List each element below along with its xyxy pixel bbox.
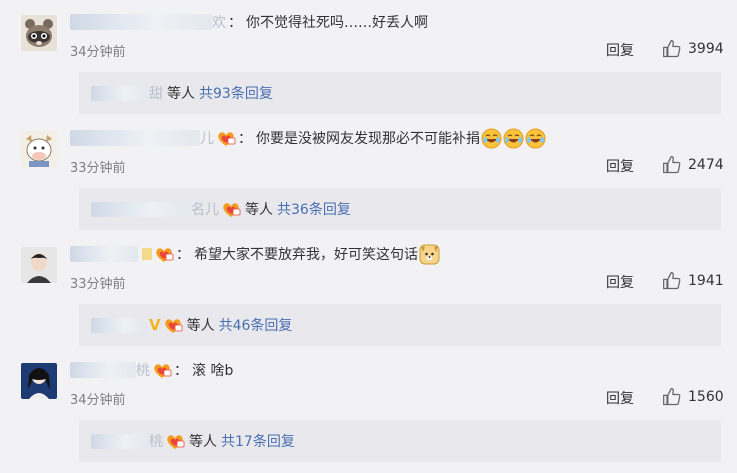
reply-button[interactable]: 回复 xyxy=(606,156,634,176)
avatar[interactable] xyxy=(21,247,57,283)
fan-badge-icon[interactable] xyxy=(163,316,183,334)
comment-text: 滚 啥b xyxy=(192,363,234,379)
thumbs-up-icon xyxy=(663,388,681,406)
username-blurred[interactable] xyxy=(70,362,136,378)
like-button[interactable]: 2474 xyxy=(662,154,724,176)
reply-wait-text: 等人 xyxy=(245,202,273,218)
comment-content: 欢 ： 你不觉得社死吗……好丢人啊 xyxy=(70,11,428,33)
reply-summary-box[interactable]: 甜 等人 共93条回复 xyxy=(79,72,721,114)
comment-text: 你要是没被网友发现那必不可能补捐 xyxy=(256,131,480,147)
comment-item: 欢 ： 你不觉得社死吗……好丢人啊 34分钟前 回复 3994 甜 等人 共93… xyxy=(0,0,737,116)
raccoon-avatar-icon xyxy=(21,15,57,51)
username-blurred[interactable] xyxy=(70,130,200,146)
reply-button[interactable]: 回复 xyxy=(606,40,634,60)
username-blurred[interactable] xyxy=(70,14,212,30)
vip-mark xyxy=(142,248,152,260)
like-count: 1560 xyxy=(688,389,724,405)
fan-badge-icon[interactable] xyxy=(216,129,236,147)
laughing-face-emoji xyxy=(525,128,546,149)
reply-wait-text: 等人 xyxy=(186,318,215,334)
username-tail[interactable]: 儿 xyxy=(200,128,214,148)
reply-username-blurred[interactable] xyxy=(91,433,149,449)
avatar[interactable] xyxy=(21,363,57,399)
reply-count-link[interactable]: 共36条回复 xyxy=(277,199,351,219)
reply-username-tail[interactable]: 名儿 xyxy=(191,199,219,219)
fan-badge-icon[interactable] xyxy=(165,432,185,450)
reply-button[interactable]: 回复 xyxy=(606,272,634,292)
reply-summary-box[interactable]: 桃 等人 共17条回复 xyxy=(79,420,721,462)
like-count: 3994 xyxy=(688,41,724,57)
comment-item: 儿 ： 你要是没被网友发现那必不可能补捐 33分钟前 回复 2474 名儿 等人… xyxy=(0,116,737,232)
comment-item: 桃 ： 滚 啥b 34分钟前 回复 1560 桃 等人 共17条回复 xyxy=(0,348,737,464)
reply-username-tail[interactable]: 桃 xyxy=(149,431,163,451)
like-button[interactable]: 1560 xyxy=(662,386,724,408)
laughing-face-emoji xyxy=(503,128,524,149)
username-blurred[interactable] xyxy=(70,246,138,262)
avatar[interactable] xyxy=(21,131,57,167)
comment-content: 儿 ： 你要是没被网友发现那必不可能补捐 xyxy=(70,127,546,149)
colon: ： xyxy=(176,247,190,263)
reply-count-link[interactable]: 共93条回复 xyxy=(199,83,273,103)
reply-button[interactable]: 回复 xyxy=(606,388,634,408)
thumbs-up-icon xyxy=(663,272,681,290)
timestamp: 34分钟前 xyxy=(70,45,126,60)
reply-username-tail[interactable]: 甜 xyxy=(149,83,163,103)
thumbs-up-icon xyxy=(663,40,681,58)
comment-content: ： 希望大家不要放弃我，好可笑这句话 xyxy=(70,243,440,265)
timestamp: 34分钟前 xyxy=(70,393,126,408)
colon: ： xyxy=(238,131,252,147)
colon: ： xyxy=(228,15,242,31)
person-avatar-icon xyxy=(21,247,57,283)
comment-content: 桃 ： 滚 啥b xyxy=(70,359,233,381)
verified-v-icon: V xyxy=(149,316,161,334)
reply-username-blurred[interactable] xyxy=(91,201,191,217)
reply-username-blurred[interactable] xyxy=(91,317,147,333)
username-tail[interactable]: 欢 xyxy=(212,12,226,32)
dog-face-emoji xyxy=(419,244,440,265)
comment-list: 欢 ： 你不觉得社死吗……好丢人啊 34分钟前 回复 3994 甜 等人 共93… xyxy=(0,0,737,473)
timestamp: 33分钟前 xyxy=(70,161,126,176)
fan-badge-icon[interactable] xyxy=(154,245,174,263)
timestamp: 33分钟前 xyxy=(70,277,126,292)
comment-item: ： 希望大家不要放弃我，好可笑这句话 33分钟前 回复 1941 V 等人 共4… xyxy=(0,232,737,348)
laughing-face-emoji xyxy=(481,128,502,149)
reply-summary-box[interactable]: V 等人 共46条回复 xyxy=(79,304,721,346)
reply-wait-text: 等人 xyxy=(189,434,217,450)
fan-badge-icon[interactable] xyxy=(152,361,172,379)
reply-wait-text: 等人 xyxy=(167,86,195,102)
like-count: 1941 xyxy=(688,273,724,289)
comment-text: 你不觉得社死吗……好丢人啊 xyxy=(246,15,428,31)
colon: ： xyxy=(174,363,188,379)
reply-summary-box[interactable]: 名儿 等人 共36条回复 xyxy=(79,188,721,230)
reply-count-link[interactable]: 共17条回复 xyxy=(221,431,295,451)
comment-text: 希望大家不要放弃我，好可笑这句话 xyxy=(194,247,418,263)
like-count: 2474 xyxy=(688,157,724,173)
reply-username-blurred[interactable] xyxy=(91,85,149,101)
thumbs-up-icon xyxy=(663,156,681,174)
cow-avatar-icon xyxy=(21,131,57,167)
fan-badge-icon[interactable] xyxy=(221,200,241,218)
person-avatar-icon xyxy=(21,363,57,399)
avatar[interactable] xyxy=(21,15,57,51)
like-button[interactable]: 3994 xyxy=(662,38,724,60)
like-button[interactable]: 1941 xyxy=(662,270,724,292)
username-tail[interactable]: 桃 xyxy=(136,360,150,380)
reply-count-link[interactable]: 共46条回复 xyxy=(219,315,293,335)
